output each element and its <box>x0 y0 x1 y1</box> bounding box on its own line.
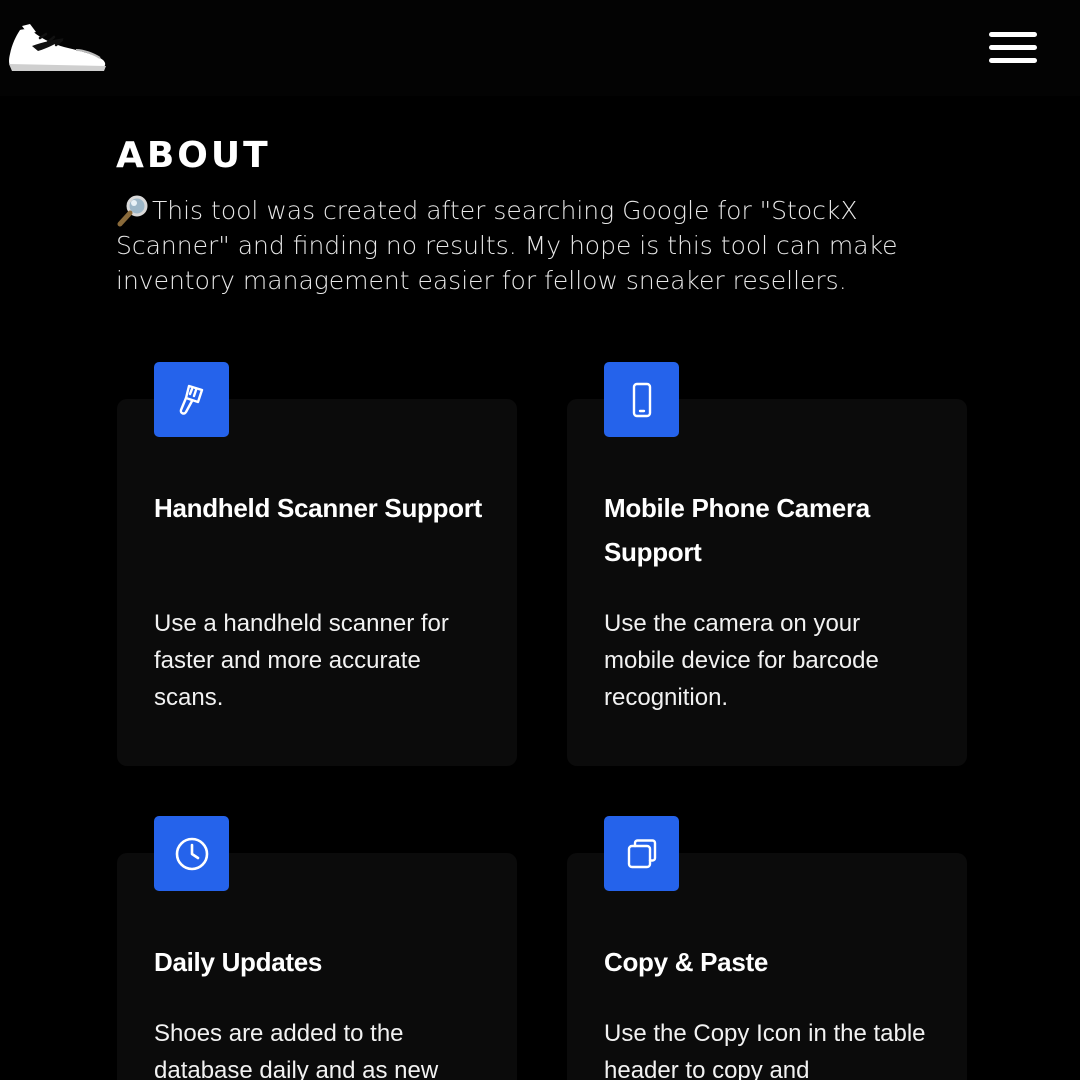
barcode-scanner-icon <box>154 362 229 437</box>
top-nav-bar <box>0 0 1080 96</box>
about-intro-text: This tool was created after searching Go… <box>116 196 898 295</box>
sneaker-logo-icon[interactable] <box>6 20 110 74</box>
feature-title: Mobile Phone Camera Support <box>604 493 870 567</box>
menu-line <box>989 45 1037 50</box>
feature-title: Copy & Paste <box>604 947 769 977</box>
feature-description: Shoes are added to the database daily an… <box>154 1020 439 1080</box>
feature-description: Use a handheld scanner for faster and mo… <box>154 610 449 711</box>
clock-icon <box>154 816 229 891</box>
mobile-phone-icon <box>604 362 679 437</box>
menu-line <box>989 32 1037 37</box>
feature-title: Handheld Scanner Support <box>154 493 482 523</box>
about-heading: ABOUT <box>116 135 271 176</box>
feature-description: Use the camera on your mobile device for… <box>604 610 879 711</box>
menu-line <box>989 58 1037 63</box>
page: ABOUT This tool was created after search… <box>0 0 1080 1080</box>
feature-description: Use the Copy Icon in the table header to… <box>604 1020 926 1080</box>
feature-title: Daily Updates <box>154 947 323 977</box>
hamburger-menu-icon[interactable] <box>984 28 1042 68</box>
copy-icon <box>604 816 679 891</box>
